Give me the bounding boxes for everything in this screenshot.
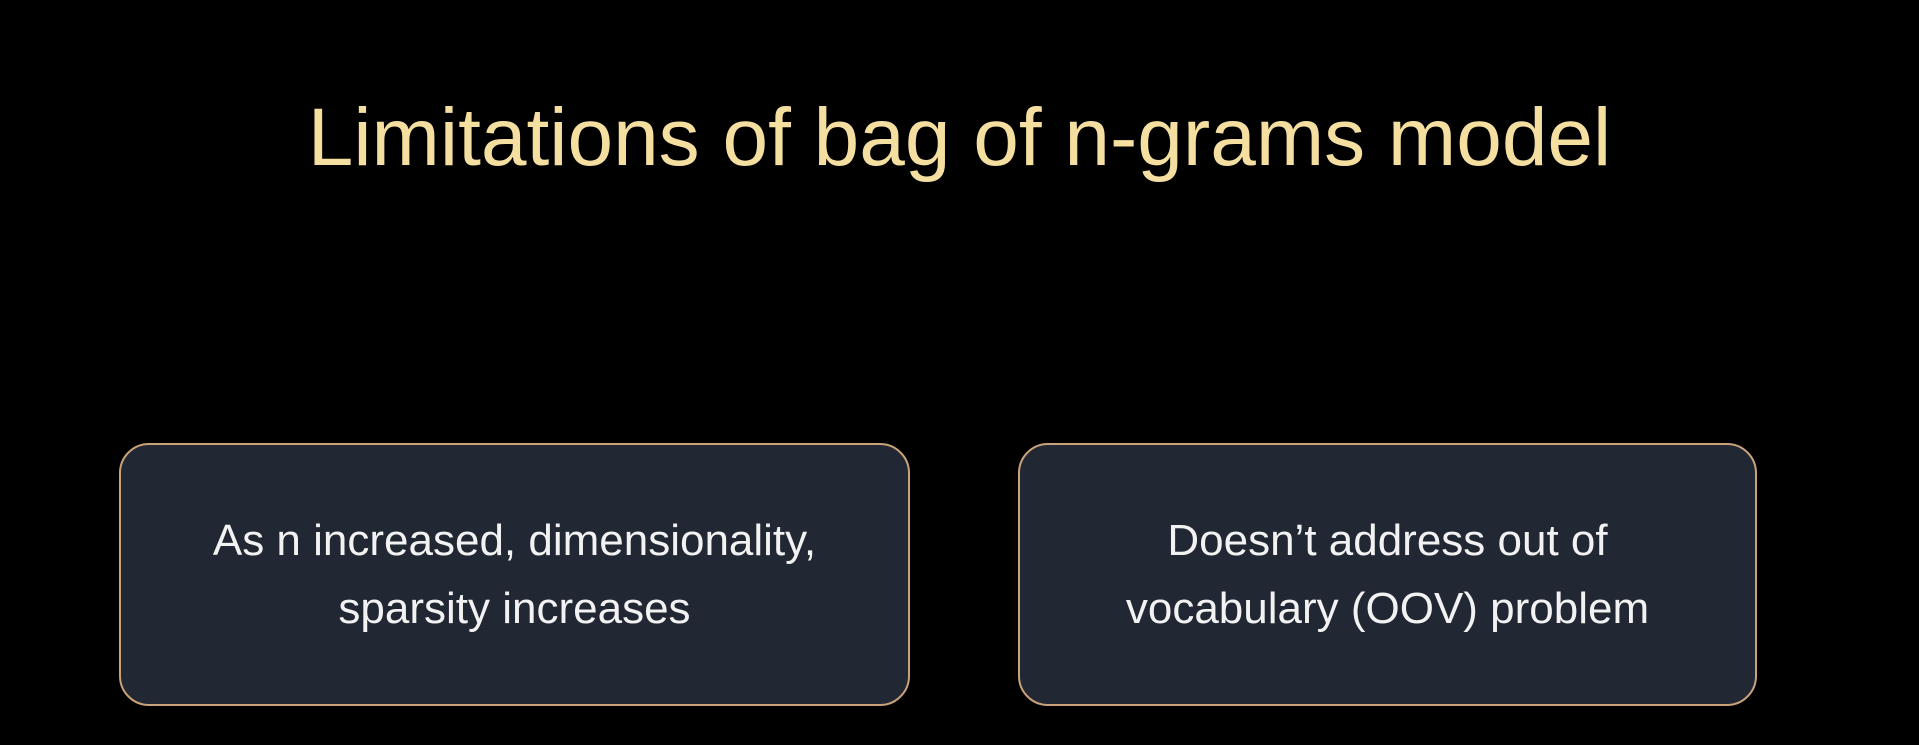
card-text-line: vocabulary (OOV) problem xyxy=(1125,583,1650,633)
slide-title: Limitations of bag of n-grams model xyxy=(307,92,1612,183)
limitation-card-oov: Doesn’t address out of vocabulary (OOV) … xyxy=(1018,443,1757,706)
card-text: Doesn’t address out of vocabulary (OOV) … xyxy=(1096,507,1679,643)
card-text-line: As n increased, dimensionality, xyxy=(212,515,817,565)
slide: Limitations of bag of n-grams model As n… xyxy=(0,0,1919,745)
card-text-line: Doesn’t address out of xyxy=(1167,515,1608,565)
card-text: As n increased, dimensionality, sparsity… xyxy=(183,507,846,643)
card-text-line: sparsity increases xyxy=(338,583,691,633)
limitation-card-dimensionality: As n increased, dimensionality, sparsity… xyxy=(119,443,910,706)
